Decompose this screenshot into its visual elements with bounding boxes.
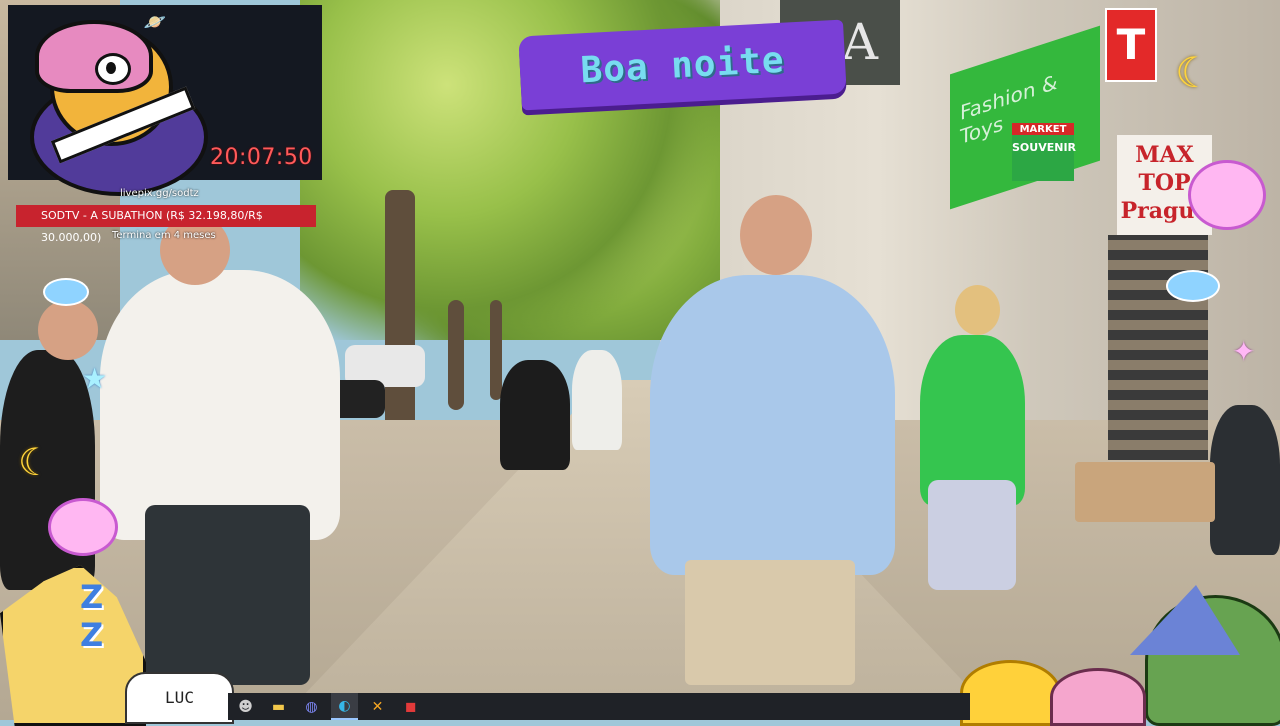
subathon-goal-bar: SODTV - A SUBATHON (R$ 32.198,80/R$ 30.0… bbox=[16, 205, 316, 244]
emoji-app-taskbar-button[interactable]: ☻ bbox=[232, 693, 259, 720]
wooden-chair bbox=[1075, 462, 1215, 522]
planet-icon: 🪐 bbox=[143, 12, 167, 33]
taskbar: ☻ ▬ ◍ ◐ ✕ ◼ bbox=[228, 693, 970, 720]
tree-trunk bbox=[385, 190, 415, 440]
moon-icon: ☾ bbox=[1175, 48, 1213, 97]
media-app-taskbar-button[interactable]: ◼ bbox=[397, 693, 424, 720]
walking-man-white-shirt bbox=[100, 270, 340, 540]
souvenir-label: SOUVENIR bbox=[1012, 141, 1077, 154]
pink-cloud-icon bbox=[48, 498, 118, 556]
greeting-text: Boa noite bbox=[579, 39, 786, 91]
pedestrian-black-dress bbox=[500, 360, 570, 470]
tree-trunk bbox=[490, 300, 502, 400]
pink-nightcap bbox=[35, 20, 153, 93]
emoji-app-icon: ☻ bbox=[238, 698, 253, 715]
seated-man bbox=[1210, 405, 1280, 555]
pedestrian-white-shirt bbox=[572, 350, 622, 450]
moon-icon: ☾ bbox=[18, 440, 53, 484]
stream-timer: 20:07:50 bbox=[210, 145, 313, 170]
t-sign: T bbox=[1105, 8, 1157, 82]
woman-blonde-head bbox=[955, 285, 1000, 335]
tree-trunk bbox=[448, 300, 464, 410]
file-explorer-taskbar-button[interactable]: ▬ bbox=[265, 693, 292, 720]
streaming-tool-icon: ✕ bbox=[371, 698, 384, 715]
star-icon: ✦ bbox=[1232, 335, 1256, 368]
zzz-icon: ZZ bbox=[80, 578, 104, 654]
mascot-eye-icon bbox=[95, 53, 131, 85]
man-blue-shirt bbox=[650, 275, 895, 575]
channel-logo: 🪐 bbox=[10, 8, 208, 196]
file-explorer-icon: ▬ bbox=[271, 698, 286, 715]
pixel-ghost-sticker: LUC bbox=[125, 672, 234, 724]
man-khaki-shorts bbox=[685, 560, 855, 685]
market-label: MARKET bbox=[1019, 124, 1067, 135]
shop-window-display bbox=[1108, 235, 1208, 460]
edge-browser-taskbar-button[interactable]: ◐ bbox=[331, 693, 358, 720]
discord-icon: ◍ bbox=[305, 698, 318, 715]
cloud-icon bbox=[1168, 272, 1218, 300]
pink-cloud-icon bbox=[1188, 160, 1266, 230]
streaming-tool-taskbar-button[interactable]: ✕ bbox=[364, 693, 391, 720]
cloud-icon bbox=[45, 280, 87, 304]
woman-light-pants bbox=[928, 480, 1016, 590]
subathon-ends-text: Termina em 4 meses bbox=[112, 230, 216, 241]
edge-browser-icon: ◐ bbox=[338, 697, 351, 714]
market-sign: MARKET SOUVENIR bbox=[1012, 123, 1077, 181]
walking-man-shorts bbox=[145, 505, 310, 685]
sun-face-sticker bbox=[960, 660, 1061, 726]
livepix-link: livepix.gg/sodtz bbox=[120, 188, 199, 199]
pink-character-sticker bbox=[1050, 668, 1146, 726]
media-app-icon: ◼ bbox=[404, 698, 417, 715]
discord-taskbar-button[interactable]: ◍ bbox=[298, 693, 325, 720]
woman-head bbox=[38, 300, 98, 360]
man-bald-head bbox=[740, 195, 812, 275]
star-icon: ★ bbox=[82, 362, 108, 395]
